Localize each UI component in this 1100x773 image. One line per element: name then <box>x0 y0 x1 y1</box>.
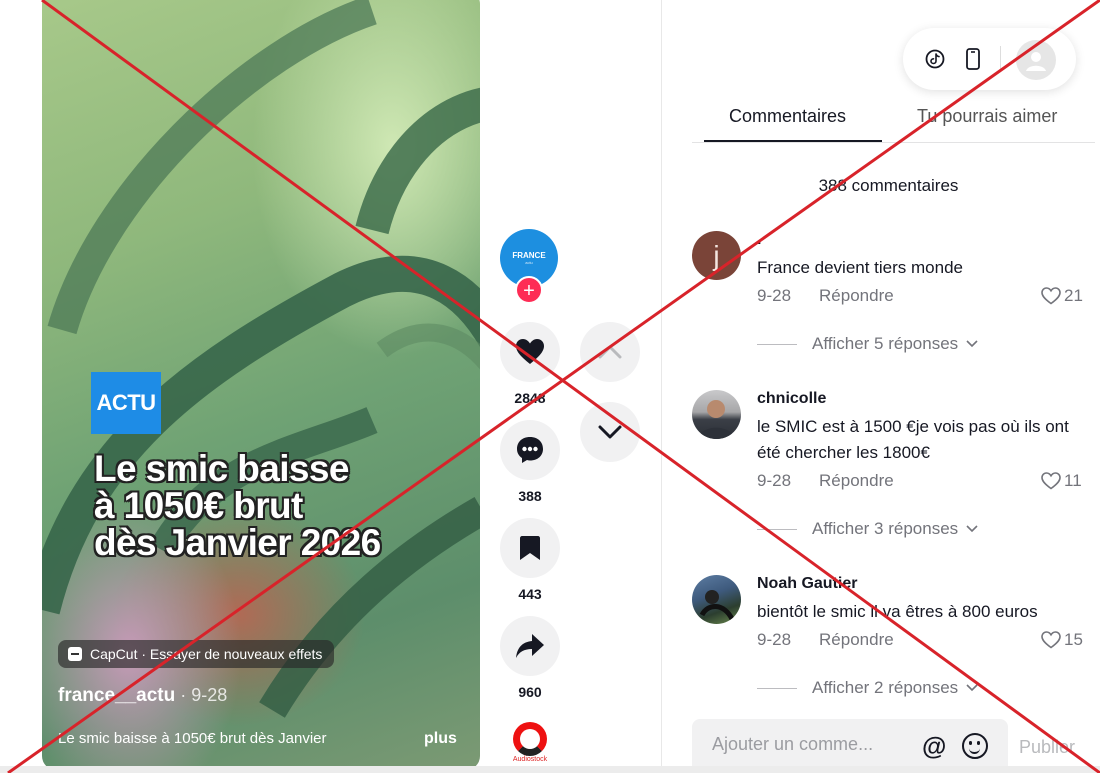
like-count: 2848 <box>514 390 546 406</box>
chevron-down-icon <box>966 525 978 533</box>
commenter-avatar[interactable]: j <box>692 231 741 280</box>
view-replies-button[interactable]: Afficher 3 réponses <box>757 519 978 539</box>
commenter-name[interactable]: Noah Gautier <box>757 575 857 593</box>
commenter-avatar[interactable] <box>692 575 741 624</box>
video-player[interactable]: ACTU Le smic baisse à 1050€ brut dès Jan… <box>42 0 480 770</box>
share-arrow-icon <box>516 634 544 658</box>
video-caption: Le smic baisse à 1050€ brut dès Janvier <box>58 730 327 747</box>
comment-button[interactable] <box>500 420 560 480</box>
comment-input-box: @ <box>692 719 1008 773</box>
active-tab-indicator <box>704 140 882 142</box>
tab-you-may-like[interactable]: Tu pourrais aimer <box>917 106 1057 127</box>
comment-input[interactable] <box>712 734 902 755</box>
panel-tabs: Commentaires Tu pourrais aimer <box>692 100 1095 143</box>
comment-count: 388 <box>518 488 542 504</box>
chevron-down-icon <box>966 340 978 348</box>
comment-like-count: 15 <box>1064 630 1083 649</box>
view-replies-button[interactable]: Afficher 2 réponses <box>757 678 978 698</box>
chevron-down-icon <box>966 684 978 692</box>
author-line[interactable]: france__actu · 9-28 <box>58 685 227 707</box>
comment-like-button[interactable]: 11 <box>1041 471 1082 491</box>
heart-outline-icon <box>1041 631 1061 649</box>
comment-like-count: 21 <box>1064 286 1083 305</box>
bookmark-count: 443 <box>518 586 542 602</box>
top-actions-bar <box>903 28 1076 90</box>
tiktok-icon[interactable] <box>923 47 947 71</box>
chevron-up-icon <box>598 345 622 359</box>
comment-meta: 9-28 Répondre <box>757 286 894 306</box>
view-replies-label: Afficher 3 réponses <box>812 519 959 538</box>
bottom-scrollbar[interactable] <box>0 766 1100 773</box>
comment-like-button[interactable]: 21 <box>1041 286 1083 306</box>
capcut-effects-link[interactable]: CapCut · Essayer de nouveaux effets <box>58 640 335 668</box>
publish-button[interactable]: Publier <box>1019 737 1075 758</box>
view-replies-label: Afficher 2 réponses <box>812 678 959 697</box>
share-count: 960 <box>518 684 542 700</box>
reply-button[interactable]: Répondre <box>819 286 894 305</box>
top-bar-separator <box>1000 46 1001 72</box>
previous-video-button[interactable] <box>580 322 640 382</box>
heart-outline-icon <box>1041 472 1061 490</box>
commenter-avatar[interactable] <box>692 390 741 439</box>
commenter-name[interactable]: . <box>757 231 761 249</box>
comment-item: Noah Gautier bientôt le smic il va êtres… <box>692 575 1092 700</box>
comment-date: 9-28 <box>757 471 792 490</box>
heart-outline-icon <box>1041 287 1061 305</box>
creator-avatar-text: FRANCE <box>512 251 546 260</box>
replies-line <box>757 687 797 689</box>
replies-line <box>757 343 797 345</box>
view-replies-button[interactable]: Afficher 5 réponses <box>757 334 978 354</box>
comment-item: j . France devient tiers monde 9-28 Répon… <box>692 231 1092 361</box>
music-label: Audiostock <box>512 756 548 763</box>
music-disc[interactable]: Audiostock <box>509 722 551 768</box>
user-avatar-icon[interactable] <box>1016 40 1056 80</box>
comment-item: chnicolle le SMIC est à 1500 €je vois pa… <box>692 390 1092 545</box>
tab-comments[interactable]: Commentaires <box>729 106 846 127</box>
actu-badge: ACTU <box>91 372 161 434</box>
reply-button[interactable]: Répondre <box>819 471 894 490</box>
headline-line: Le smic baisse <box>94 448 349 489</box>
phone-icon[interactable] <box>961 47 985 71</box>
like-button[interactable] <box>500 322 560 382</box>
caption-more-button[interactable]: plus <box>424 730 457 748</box>
commenter-name[interactable]: chnicolle <box>757 390 826 408</box>
bookmark-icon <box>520 536 540 560</box>
headline-line: à 1050€ brut <box>94 485 303 526</box>
author-handle[interactable]: france__actu <box>58 685 175 706</box>
reply-button[interactable]: Répondre <box>819 630 894 649</box>
comment-date: 9-28 <box>757 630 792 649</box>
heart-icon <box>516 339 544 364</box>
comment-meta: 9-28 Répondre <box>757 630 894 650</box>
emoji-icon[interactable] <box>962 733 988 759</box>
capcut-label: CapCut · Essayer de nouveaux effets <box>90 646 323 662</box>
panel-divider <box>661 0 662 773</box>
mention-button[interactable]: @ <box>922 733 946 762</box>
comment-text: bientôt le smic il va êtres à 800 euros <box>757 602 1038 621</box>
chevron-down-icon <box>598 425 622 439</box>
comment-date: 9-28 <box>757 286 792 305</box>
comment-meta: 9-28 Répondre <box>757 471 894 491</box>
creator-avatar-subtext: actu <box>525 260 533 265</box>
comment-bubble-icon <box>517 437 543 463</box>
music-disc-icon <box>513 722 547 756</box>
comment-text: France devient tiers monde <box>757 258 963 277</box>
comment-count-label: 388 commentaires <box>818 176 959 195</box>
avatar-letter: j <box>713 239 720 271</box>
next-video-button[interactable] <box>580 402 640 462</box>
follow-button[interactable]: + <box>515 276 543 304</box>
post-date: · 9-28 <box>175 685 228 705</box>
view-replies-label: Afficher 5 réponses <box>812 334 959 353</box>
video-headline: Le smic baisse à 1050€ brut dès Janvier … <box>94 450 454 561</box>
replies-line <box>757 528 797 530</box>
bookmark-button[interactable] <box>500 518 560 578</box>
comment-like-count: 11 <box>1064 471 1082 490</box>
comment-text: le SMIC est à 1500 €je vois pas où ils o… <box>757 417 1069 462</box>
capcut-icon <box>68 647 82 661</box>
comment-like-button[interactable]: 15 <box>1041 630 1083 650</box>
headline-line: dès Janvier 2026 <box>94 522 381 563</box>
share-button[interactable] <box>500 616 560 676</box>
